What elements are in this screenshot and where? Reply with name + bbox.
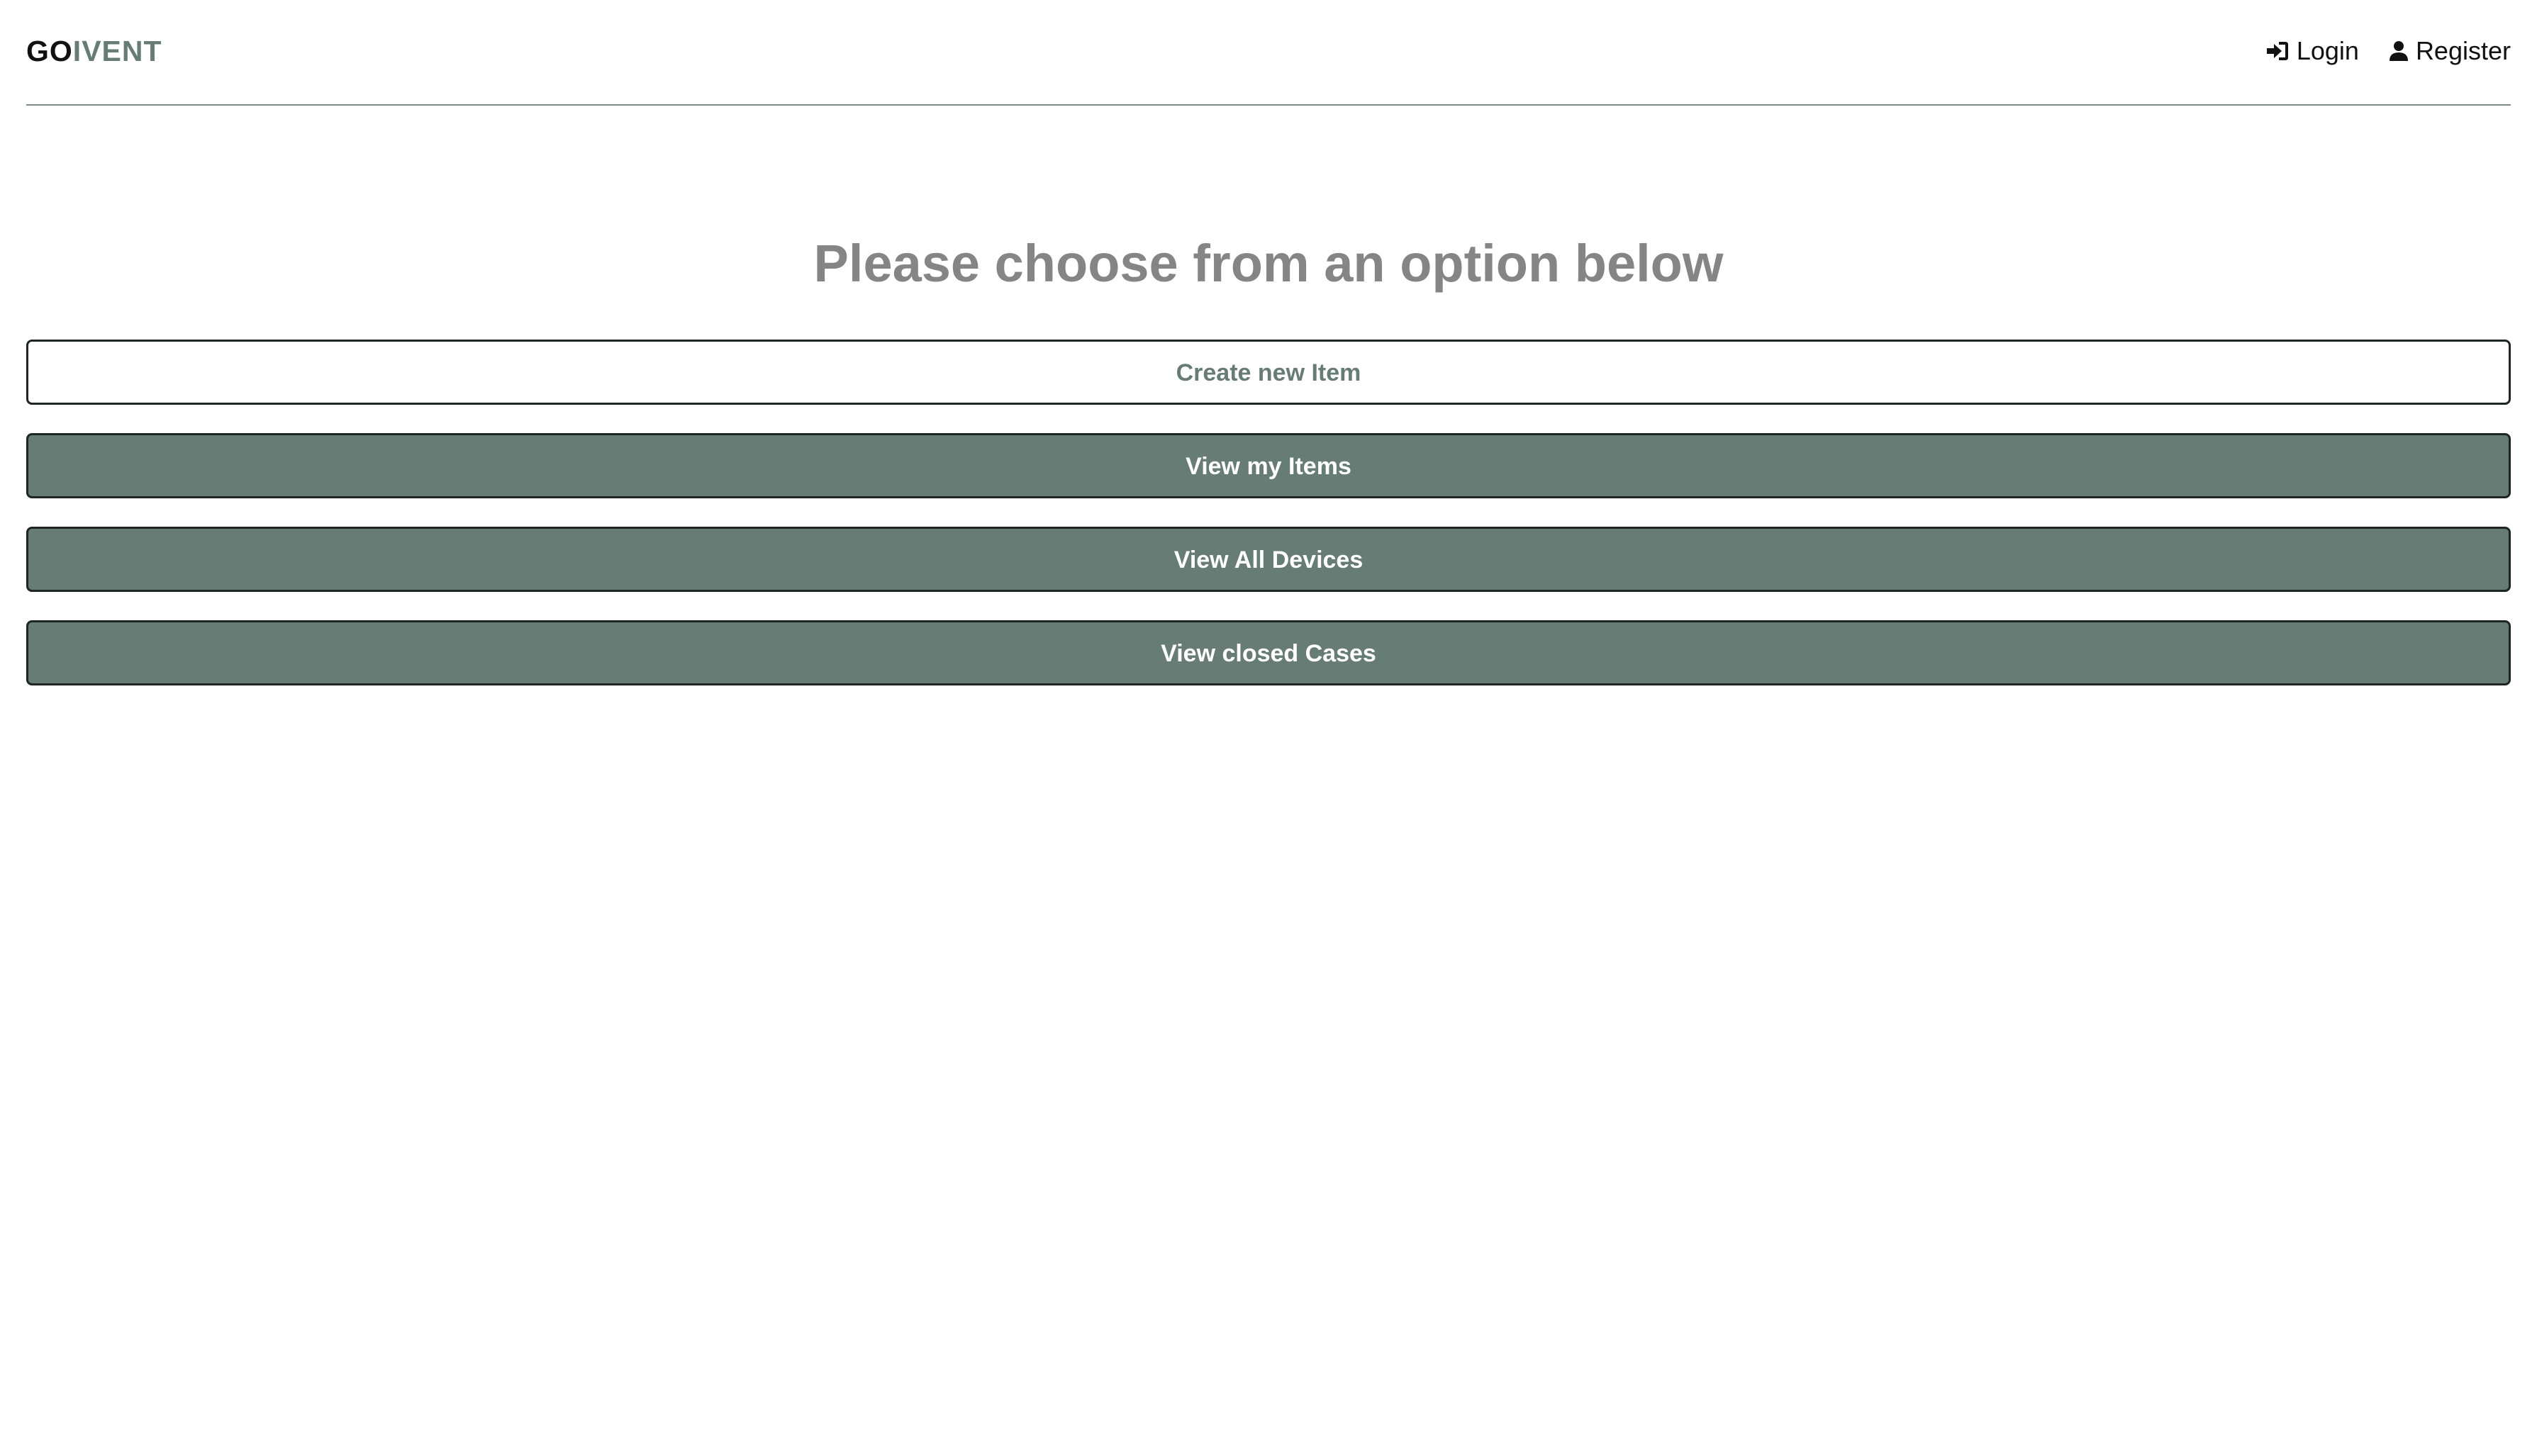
user-icon — [2389, 40, 2409, 62]
sign-in-icon — [2265, 40, 2290, 62]
create-new-item-button[interactable]: Create new Item — [26, 340, 2511, 405]
login-label: Login — [2296, 36, 2359, 65]
view-my-items-button[interactable]: View my Items — [26, 433, 2511, 498]
nav-links: Login Register — [2265, 33, 2511, 69]
register-label: Register — [2415, 36, 2511, 65]
options-list: Create new Item View my Items View All D… — [26, 340, 2511, 714]
navbar: GOIVENT Login Register — [26, 0, 2511, 106]
page: GOIVENT Login Register Please choose fro… — [0, 0, 2537, 1456]
brand-logo[interactable]: GOIVENT — [26, 33, 162, 69]
page-title: Please choose from an option below — [813, 233, 1724, 293]
brand-logo-part-ivent: IVENT — [72, 35, 162, 67]
login-link[interactable]: Login — [2265, 33, 2359, 69]
brand-logo-part-go: GO — [26, 35, 73, 67]
view-all-devices-button[interactable]: View All Devices — [26, 527, 2511, 592]
register-link[interactable]: Register — [2389, 33, 2511, 69]
view-closed-cases-button[interactable]: View closed Cases — [26, 620, 2511, 685]
